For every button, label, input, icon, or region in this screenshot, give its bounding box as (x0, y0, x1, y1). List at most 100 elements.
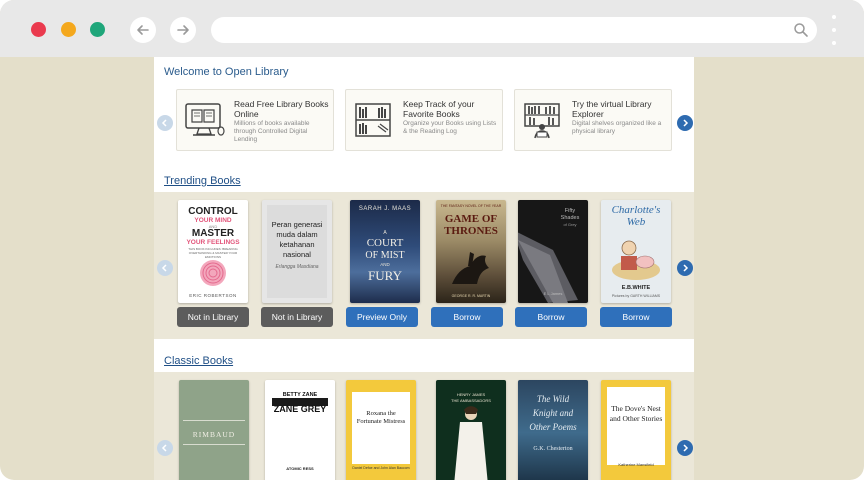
cover-text: CONTROL (188, 206, 238, 217)
open-library-page: Welcome to Open Library Read Free Librar… (154, 57, 694, 480)
close-window-dot[interactable] (31, 22, 46, 37)
preview-only-button[interactable]: Preview Only (346, 307, 418, 327)
feature-title: Try the virtual Library Explorer (572, 99, 652, 119)
borrow-button[interactable]: Borrow (600, 307, 672, 327)
forward-button[interactable] (170, 17, 196, 43)
cover-text: THE FANTASY NOVEL OF THE YEAR (440, 204, 502, 208)
woman-portrait-illustration (454, 406, 488, 480)
cover-author: G.K. Chesterton (533, 446, 573, 452)
feature-title: Read Free Library Books Online (234, 99, 329, 119)
feature-card-read-free[interactable]: Read Free Library Books Online Millions … (176, 89, 334, 151)
chevron-right-icon (683, 444, 689, 452)
cover-title: THE AMBASSADORS (451, 398, 491, 403)
book-cover-betty-zane[interactable]: BETTY ZANE ZANE GREY ATOMIC RESS (265, 380, 335, 480)
book-cover-roxana[interactable]: Roxana the Fortunate Mistress Daniel Def… (346, 380, 416, 480)
cover-text: THRONES (444, 225, 498, 237)
book-cover-fifty-shades-of-grey[interactable]: Fifty Shades of Grey E L James (518, 200, 588, 303)
feature-description: Digital shelves organized like a physica… (572, 120, 662, 135)
book-cover-charlottes-web[interactable]: Charlotte's Web E.B.WHITE Pictures by GA… (601, 200, 671, 303)
cover-text: OF MIST (365, 250, 405, 261)
knight-on-horse-icon (452, 252, 489, 284)
arrow-left-icon (137, 25, 149, 35)
welcome-heading: Welcome to Open Library (164, 66, 289, 78)
cover-title: Roxana the Fortunate Mistress (356, 410, 406, 425)
chevron-left-icon (161, 264, 167, 272)
feature-card-keep-track[interactable]: Keep Track of your Favorite Books Organi… (345, 89, 503, 151)
cover-text: Shades (560, 215, 580, 221)
book-cover-court-of-mist-and-fury[interactable]: SARAH J. MAAS A COURT OF MIST AND FURY (350, 200, 420, 303)
cover-publisher: ATOMIC RESS (286, 466, 314, 471)
welcome-carousel-prev[interactable] (157, 115, 173, 131)
welcome-carousel-next[interactable] (677, 115, 693, 131)
feature-card-library-explorer[interactable]: Try the virtual Library Explorer Digital… (514, 89, 672, 151)
trending-carousel-prev[interactable] (157, 260, 173, 276)
cover-text: Pictures by GARTH WILLIAMS (611, 294, 661, 298)
classic-carousel: RIMBAUD BETTY ZANE ZANE GREY ATOMIC RESS… (154, 372, 694, 480)
cover-text: AND (380, 262, 390, 267)
trending-books-heading[interactable]: Trending Books (164, 175, 241, 187)
cover-author: ERIC ROBERTSON (189, 293, 237, 298)
cover-text: of Grey (563, 222, 577, 227)
book-cover-the-wild-knight[interactable]: The Wild Knight and Other Poems G.K. Che… (518, 380, 588, 480)
cover-text: GAME OF (444, 213, 498, 225)
cover-author: Katherine Mansfield (618, 462, 654, 467)
cover-author: Daniel Defoe and John Alan Baucom (352, 466, 410, 470)
cover-text: Charlotte's (611, 204, 661, 216)
book-cover-the-doves-nest[interactable]: The Dove's Nest and Other Stories Kather… (601, 380, 671, 480)
cover-title: The Dove's Nest and Other Stories (609, 404, 663, 423)
classic-books-heading[interactable]: Classic Books (164, 355, 233, 367)
maximize-window-dot[interactable] (90, 22, 105, 37)
bookshelf-icon (355, 103, 391, 137)
classic-carousel-prev[interactable] (157, 440, 173, 456)
address-bar[interactable] (211, 17, 817, 43)
cover-text: The Wild (536, 394, 570, 404)
browser-window: Welcome to Open Library Read Free Librar… (0, 0, 864, 480)
cover-author: HENRY JAMES (456, 392, 486, 397)
minimize-window-dot[interactable] (61, 22, 76, 37)
cover-text: FURY (368, 268, 402, 283)
cover-text: Other Poems (529, 422, 577, 432)
browser-toolbar (0, 0, 864, 57)
cover-author: Erlangga Masdiana (275, 264, 319, 270)
feature-description: Millions of books available through Cont… (234, 120, 310, 143)
arrow-right-icon (177, 25, 189, 35)
cover-text: YOUR MIND (194, 217, 232, 224)
cover-author: SARAH J. MAAS (358, 206, 412, 212)
book-cover-rimbaud[interactable]: RIMBAUD (179, 380, 249, 480)
classic-carousel-next[interactable] (677, 440, 693, 456)
cover-text: Knight and (532, 408, 574, 418)
computer-reading-icon (185, 103, 225, 136)
trending-carousel: CONTROL YOUR MIND AND MASTER YOUR FEELIN… (154, 192, 694, 339)
cover-text: COURT (366, 237, 404, 249)
chevron-right-icon (683, 264, 689, 272)
cover-text: MASTER (191, 228, 235, 239)
kebab-menu-icon[interactable] (831, 15, 837, 45)
fingerprint-icon (200, 260, 226, 286)
book-cover-game-of-thrones[interactable]: THE FANTASY NOVEL OF THE YEAR GAME OF TH… (436, 200, 506, 303)
not-in-library-button[interactable]: Not in Library (261, 307, 333, 327)
girl-with-pig-illustration (612, 240, 660, 280)
cover-text: Web (626, 216, 646, 228)
borrow-button[interactable]: Borrow (431, 307, 503, 327)
feature-title: Keep Track of your Favorite Books (403, 99, 475, 119)
cover-title: RIMBAUD (192, 430, 236, 439)
book-cover-the-ambassadors[interactable]: HENRY JAMES THE AMBASSADORS (436, 380, 506, 480)
feature-description: Organize your Books using Lists & the Re… (403, 120, 497, 135)
cover-author: E.B.WHITE (621, 285, 651, 291)
cover-author: GEORGE R. R. MARTIN (451, 294, 491, 298)
library-explorer-icon (524, 103, 560, 139)
cover-title: ZANE GREY (273, 404, 327, 414)
book-cover-peran-generasi[interactable]: Peran generasi muda dalam ketahanan nasi… (262, 200, 332, 303)
book-cover-control-your-mind[interactable]: CONTROL YOUR MIND AND MASTER YOUR FEELIN… (178, 200, 248, 303)
magnifier-icon[interactable] (793, 22, 809, 38)
cover-text: YOUR FEELINGS (186, 239, 240, 246)
cover-text: Fifty (564, 208, 576, 214)
chevron-right-icon (683, 119, 689, 127)
back-button[interactable] (130, 17, 156, 43)
cover-title: Peran generasi muda dalam ketahanan nasi… (271, 220, 323, 259)
cover-author: E L James (543, 291, 563, 296)
chevron-left-icon (161, 119, 167, 127)
borrow-button[interactable]: Borrow (515, 307, 587, 327)
not-in-library-button[interactable]: Not in Library (177, 307, 249, 327)
trending-carousel-next[interactable] (677, 260, 693, 276)
